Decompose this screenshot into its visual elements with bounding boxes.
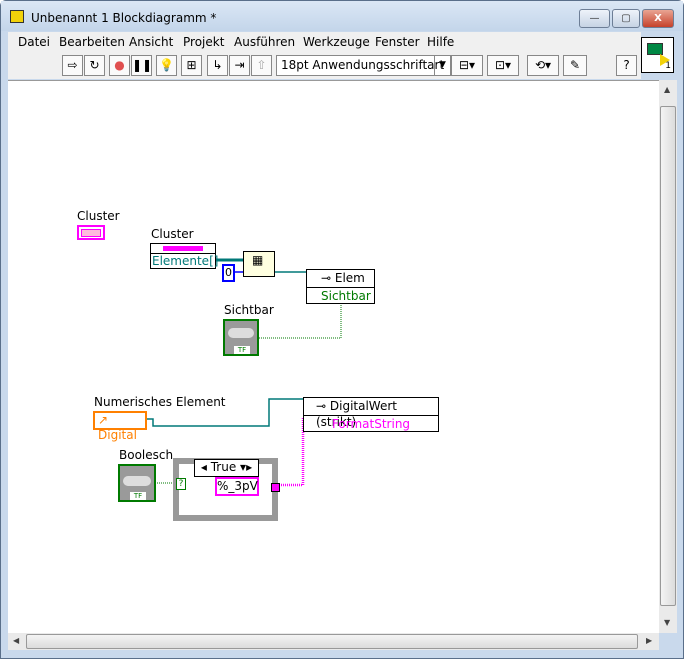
- cluster-property-node[interactable]: Elemente[]: [150, 243, 218, 269]
- boolean-label: Boolesch: [119, 448, 174, 462]
- sichtbar-property[interactable]: Sichtbar: [307, 287, 374, 304]
- elements-property[interactable]: Elemente[]: [151, 253, 218, 269]
- step-out-icon[interactable]: ⇧: [251, 55, 272, 76]
- align-objects-icon[interactable]: ⊟▾: [451, 55, 483, 76]
- output-tunnel: [271, 483, 280, 492]
- tf-badge: TF: [130, 492, 146, 500]
- format-string-constant[interactable]: %_3pV: [215, 477, 259, 496]
- menu-hilfe[interactable]: Hilfe: [427, 35, 454, 49]
- cluster-constant[interactable]: [77, 225, 105, 240]
- font-select[interactable]: 18pt Anwendungsschriftart ▼: [276, 55, 451, 76]
- horizontal-scrollbar[interactable]: ◀ ▶: [8, 633, 659, 650]
- cluster-constant-label: Cluster: [77, 209, 120, 223]
- horizontal-scroll-thumb[interactable]: [26, 634, 638, 649]
- case-structure[interactable]: ◂ True ▾▸ ? %_3pV: [173, 458, 280, 521]
- chevron-down-icon: ▼: [434, 56, 450, 75]
- restore-button[interactable]: ▢: [612, 9, 640, 28]
- cleanup-diagram-icon[interactable]: ✎: [563, 55, 587, 76]
- menu-werkzeuge[interactable]: Werkzeuge: [303, 35, 370, 49]
- menu-fenster[interactable]: Fenster: [375, 35, 420, 49]
- elem-class: ⊸ Elem: [321, 271, 365, 285]
- menu-bearbeiten[interactable]: Bearbeiten: [59, 35, 125, 49]
- step-over-icon[interactable]: ⇥: [229, 55, 250, 76]
- case-selector[interactable]: ◂ True ▾▸: [194, 459, 259, 477]
- elem-property-node[interactable]: ⊸ Elem Sichtbar: [306, 269, 375, 304]
- distribute-objects-icon[interactable]: ⊡▾: [487, 55, 519, 76]
- tf-badge: TF: [234, 346, 250, 354]
- menu-ausfuehren[interactable]: Ausführen: [234, 35, 295, 49]
- run-arrow-icon[interactable]: ⇨: [62, 55, 83, 76]
- reorder-icon[interactable]: ⟲▾: [527, 55, 559, 76]
- highlight-execution-icon[interactable]: 💡: [156, 55, 177, 76]
- window: Unbenannt 1 Blockdiagramm * — ▢ X Datei …: [0, 0, 684, 659]
- vertical-scrollbar[interactable]: ▲ ▼: [659, 80, 677, 633]
- numeric-label: Numerisches Element: [94, 395, 226, 409]
- menu-projekt[interactable]: Projekt: [183, 35, 224, 49]
- array-icon: ▦: [252, 253, 264, 267]
- block-diagram-canvas[interactable]: [8, 80, 659, 633]
- title-bar: Unbenannt 1 Blockdiagramm * — ▢ X: [1, 1, 683, 31]
- step-into-icon[interactable]: ↳: [207, 55, 228, 76]
- elem-class-text: Elem: [334, 271, 365, 285]
- menu-bar: Datei Bearbeiten Ansicht Projekt Ausführ…: [8, 32, 641, 52]
- digital-class: ⊸ DigitalWert (strikt): [316, 399, 397, 429]
- numeric-reference-text: Digital: [98, 428, 137, 442]
- abort-icon[interactable]: ●: [109, 55, 130, 76]
- vertical-scroll-thumb[interactable]: [660, 106, 676, 606]
- pause-icon[interactable]: ❚❚: [131, 55, 152, 76]
- menu-datei[interactable]: Datei: [18, 35, 50, 49]
- minimize-button[interactable]: —: [579, 9, 610, 28]
- labview-icon: [10, 10, 24, 23]
- retain-wire-values-icon[interactable]: ⊞: [181, 55, 202, 76]
- toolbar: ⇨ ↻ ● ❚❚ 💡 ⊞ ↳ ⇥ ⇧ 18pt Anwendungsschrif…: [8, 52, 641, 79]
- cluster-node-label: Cluster: [151, 227, 194, 241]
- font-select-value: 18pt Anwendungsschriftart: [281, 58, 445, 72]
- sichtbar-boolean-control[interactable]: TF: [223, 319, 259, 356]
- case-selector-value: True: [210, 460, 237, 474]
- close-button[interactable]: X: [642, 9, 674, 28]
- case-selector-terminal: ?: [176, 478, 186, 490]
- numeric-reference[interactable]: ↗ Digital: [93, 411, 147, 442]
- vi-icon[interactable]: 1: [641, 37, 674, 73]
- digital-property-node[interactable]: ⊸ DigitalWert (strikt) FormatString: [303, 397, 439, 432]
- sichtbar-label: Sichtbar: [224, 303, 274, 317]
- index-array-function[interactable]: ▦: [243, 251, 275, 277]
- help-button[interactable]: ?: [616, 55, 637, 76]
- menu-ansicht[interactable]: Ansicht: [129, 35, 173, 49]
- run-continuously-icon[interactable]: ↻: [84, 55, 105, 76]
- boolean-control[interactable]: TF: [118, 464, 156, 502]
- cluster-class-bar: [163, 246, 203, 251]
- window-title: Unbenannt 1 Blockdiagramm *: [31, 11, 217, 25]
- index-constant[interactable]: 0: [222, 264, 235, 282]
